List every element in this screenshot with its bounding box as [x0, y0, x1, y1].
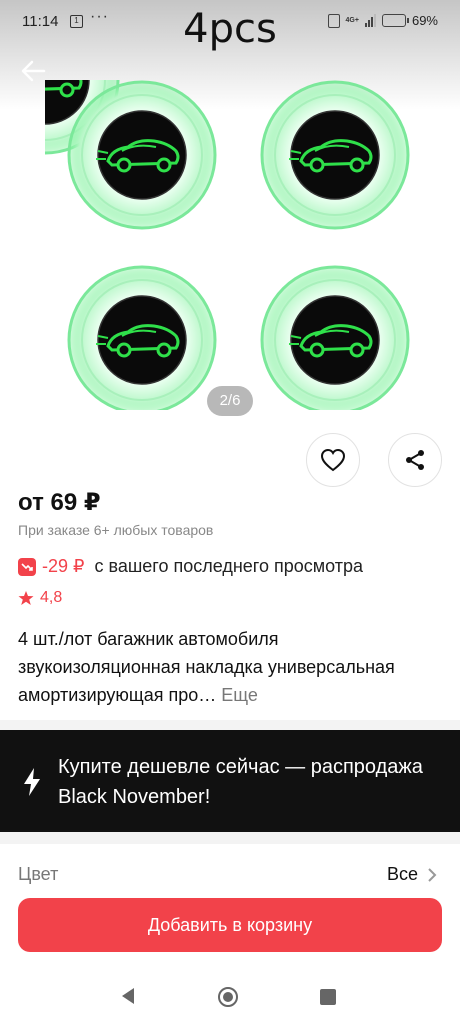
chevron-right-icon — [428, 868, 437, 882]
signal-icon — [364, 14, 376, 27]
share-icon — [406, 450, 424, 470]
status-time: 11:14 — [22, 13, 59, 30]
section-divider — [0, 720, 460, 730]
nav-back-icon[interactable] — [120, 987, 136, 1005]
gallery-page-indicator: 2/6 — [207, 386, 253, 416]
nav-recent-apps-icon[interactable] — [320, 989, 336, 1005]
network-type-icon: 4G+ — [345, 17, 359, 24]
product-image[interactable] — [45, 80, 430, 410]
vibrate-icon — [327, 13, 340, 28]
price-drop-icon — [18, 557, 36, 576]
rating-row[interactable]: 4,8 — [18, 589, 62, 607]
share-button[interactable] — [388, 433, 442, 487]
section-divider — [0, 832, 460, 844]
back-arrow-icon[interactable] — [18, 58, 48, 84]
price-drop-row: -29 ₽ с вашего последнего просмотра — [18, 556, 363, 577]
lightning-icon — [24, 768, 40, 796]
notification-icon: 1 — [70, 15, 83, 28]
rating-value: 4,8 — [40, 589, 63, 606]
promo-text: Купите дешевле сейчас — распродажа Black… — [58, 756, 423, 808]
heart-icon — [320, 448, 346, 472]
description-text: 4 шт./лот багажник автомобиля звукоизоля… — [18, 629, 395, 705]
price-condition-note: При заказе 6+ любых товаров — [18, 522, 214, 538]
nav-home-icon[interactable] — [217, 986, 239, 1008]
color-label: Цвет — [18, 864, 59, 884]
add-to-cart-button[interactable]: Добавить в корзину — [18, 898, 442, 952]
more-notifications-icon: ··· — [90, 8, 109, 25]
color-selector[interactable]: Цвет Все — [0, 844, 460, 902]
promo-banner[interactable]: Купите дешевле сейчас — распродажа Black… — [0, 730, 460, 832]
status-icons: 4G+ 69% — [327, 13, 438, 28]
product-description: 4 шт./лот багажник автомобиля звукоизоля… — [18, 625, 438, 709]
product-gallery[interactable]: 4pcs 11:14 1 ··· 4G+ 69% 2/6 — [0, 0, 460, 430]
color-value: Все — [386, 864, 418, 884]
star-icon — [18, 591, 34, 605]
system-nav-bar — [0, 970, 460, 1024]
favorite-button[interactable] — [306, 433, 360, 487]
price-drop-text: с вашего последнего просмотра — [94, 556, 364, 576]
product-price: от 69 ₽ — [18, 489, 101, 516]
battery-percent: 69% — [411, 13, 438, 28]
price-drop-value: -29 ₽ — [42, 556, 85, 576]
battery-icon — [381, 14, 409, 27]
status-bar: 11:14 1 ··· 4G+ 69% — [0, 0, 460, 44]
more-link[interactable]: Еще — [221, 685, 258, 705]
